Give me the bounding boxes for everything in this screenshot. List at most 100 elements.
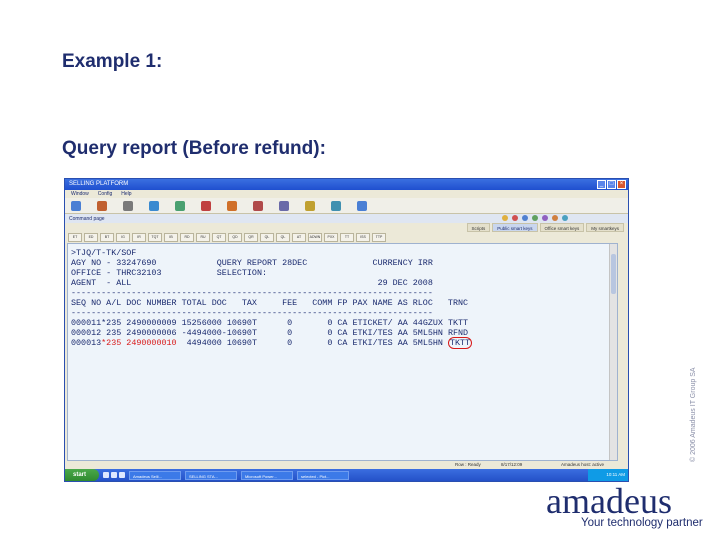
slide-subtitle: Query report (Before refund): — [62, 138, 326, 159]
smartkey-button[interactable]: QL — [276, 232, 290, 242]
terminal-line: OFFICE - THRC32103 SELECTION: — [71, 268, 268, 278]
window-icon[interactable] — [562, 215, 568, 221]
plane-icon[interactable] — [149, 200, 159, 211]
smartkey-button[interactable]: ED — [84, 232, 98, 242]
calendar-icon[interactable] — [279, 200, 289, 211]
terminal-scrollbar[interactable] — [609, 244, 617, 460]
row-doc-number: 2490000010 — [126, 338, 177, 348]
row-airline: 235 — [101, 328, 122, 338]
taskbar-item[interactable]: SELLING STA... — [185, 470, 237, 480]
settings-icon[interactable] — [552, 215, 558, 221]
scrollbar-thumb[interactable] — [611, 254, 616, 294]
row-details: 15256000 10690T 0 0 CA ETICKET/ AA 44GZU… — [176, 318, 448, 328]
taskbar-item[interactable]: Microsoft Power... — [241, 470, 293, 480]
row-transaction-code: TKTT — [447, 337, 473, 349]
smartkey-button[interactable]: PXX — [324, 232, 338, 242]
mail-icon[interactable] — [111, 472, 117, 478]
smartkey-button[interactable]: AT — [292, 232, 306, 242]
smartkey-button[interactable]: ET — [68, 232, 82, 242]
smartkey-button[interactable]: QD — [228, 232, 242, 242]
globe-icon[interactable] — [331, 200, 341, 211]
print-icon[interactable] — [532, 215, 538, 221]
terminal-line: SEQ NO A/L DOC NUMBER TOTAL DOC TAX FEE … — [71, 298, 469, 308]
tab-scripts[interactable]: Scripts — [466, 223, 491, 232]
report-row: 000012 235 2490000006 -4494000-10690T 0 … — [68, 328, 617, 338]
status-time: 8/17/12:09 — [501, 462, 523, 467]
status-bar: Row : Ready 8/17/12:09 Amadeus host: act… — [65, 461, 628, 469]
users-icon[interactable] — [97, 200, 107, 211]
taskbar: start Amadeus Selli... SELLING STA... Micr… — [65, 469, 628, 481]
row-details: 4494000 10690T 0 0 CA ETKI/TES AA 5ML5HN — [176, 338, 448, 348]
row-seq-number: 000011 — [71, 318, 102, 328]
maximize-icon[interactable]: □ — [607, 180, 616, 189]
help-icon[interactable] — [542, 215, 548, 221]
close-icon[interactable]: × — [617, 180, 626, 189]
selling-platform-screenshot: SELLING PLATFORM _ □ × Window Config Hel… — [64, 178, 629, 482]
system-tray-clock: 10:11 AM — [588, 469, 628, 481]
plane-icon[interactable] — [357, 200, 367, 211]
amadeus-logo: amadeus — [546, 481, 672, 521]
tab-office-smart-keys[interactable]: Office smart keys — [539, 223, 585, 232]
terminal-line: >TJQ/T-TK/SOF — [71, 248, 137, 258]
command-bar: Command page — [65, 214, 628, 223]
function-key-bar: ET ED BT IG IR TQT IB RD RU QT QD QR QL QL AT ADWN PXX TT… — [65, 232, 628, 242]
start-button[interactable]: start — [65, 469, 99, 481]
smartkey-tabs: Scripts Public smart keys Office smart key… — [65, 223, 628, 232]
copyright-notice: © 2006 Amadeus IT Group SA — [690, 367, 697, 462]
tab-public-smart-keys[interactable]: Public smart keys — [492, 223, 538, 232]
terminal-line: AGENT - ALL 29 DEC 2008 — [71, 278, 433, 288]
smartkey-button[interactable]: RD — [180, 232, 194, 242]
minimize-icon[interactable]: _ — [597, 180, 606, 189]
folder-icon[interactable] — [502, 215, 508, 221]
window-titlebar: SELLING PLATFORM _ □ × — [65, 179, 628, 190]
terminal-line: ----------------------------------------… — [71, 308, 433, 318]
smartkey-button[interactable]: QL — [260, 232, 274, 242]
smartkey-button[interactable]: BT — [100, 232, 114, 242]
status-left: Row : Ready — [455, 462, 481, 467]
stop-icon[interactable] — [512, 215, 518, 221]
slide-title: Example 1: — [62, 51, 163, 72]
person-icon[interactable] — [227, 200, 237, 211]
smartkey-button[interactable]: ISS — [356, 232, 370, 242]
home-icon[interactable] — [71, 200, 81, 211]
row-doc-number: 2490000006 — [126, 328, 177, 338]
taskbar-item[interactable]: selected - Pict... — [297, 470, 349, 480]
report-row: 000011*235 2490000009 15256000 10690T 0 … — [68, 318, 617, 328]
smartkey-button[interactable]: QR — [244, 232, 258, 242]
row-doc-number: 2490000009 — [126, 318, 177, 328]
menu-help[interactable]: Help — [121, 190, 131, 198]
terminal-line: ----------------------------------------… — [71, 288, 433, 298]
row-seq-number: 000013 — [71, 338, 102, 348]
person-icon[interactable] — [253, 200, 263, 211]
browser-icon[interactable] — [103, 472, 109, 478]
taskbar-item[interactable]: Amadeus Selli... — [129, 470, 181, 480]
mail-icon[interactable] — [305, 200, 315, 211]
menu-bar: Window Config Help — [65, 190, 628, 198]
smartkey-button[interactable]: IG — [116, 232, 130, 242]
hotel-icon[interactable] — [175, 200, 185, 211]
tab-my-smartkeys[interactable]: My smartkeys — [586, 223, 624, 232]
window-title: SELLING PLATFORM — [69, 181, 129, 187]
smartkey-button[interactable]: TQT — [148, 232, 162, 242]
smartkey-button[interactable]: IB — [164, 232, 178, 242]
command-tools — [502, 215, 568, 221]
terminal-line: AGY NO - 33247690 QUERY REPORT 28DEC CUR… — [71, 258, 433, 268]
command-page-label[interactable]: Command page — [65, 216, 105, 222]
smartkey-button[interactable]: ADWN — [308, 232, 322, 242]
menu-window[interactable]: Window — [71, 190, 89, 198]
logo-tagline: Your technology partner — [581, 517, 703, 529]
car-icon[interactable] — [123, 200, 133, 211]
row-airline: *235 — [101, 338, 122, 348]
status-host: Amadeus host: active — [561, 462, 605, 467]
command-terminal[interactable]: >TJQ/T-TK/SOF AGY NO - 33247690 QUERY REP… — [67, 243, 618, 461]
smartkey-button[interactable]: QT — [212, 232, 226, 242]
menu-config[interactable]: Config — [98, 190, 112, 198]
refresh-icon[interactable] — [522, 215, 528, 221]
row-airline: *235 — [101, 318, 122, 328]
smartkey-button[interactable]: TTP — [372, 232, 386, 242]
ship-icon[interactable] — [201, 200, 211, 211]
smartkey-button[interactable]: TT — [340, 232, 354, 242]
row-details: -4494000-10690T 0 0 CA ETKI/TES AA 5ML5H… — [176, 328, 448, 338]
smartkey-button[interactable]: RU — [196, 232, 210, 242]
smartkey-button[interactable]: IR — [132, 232, 146, 242]
